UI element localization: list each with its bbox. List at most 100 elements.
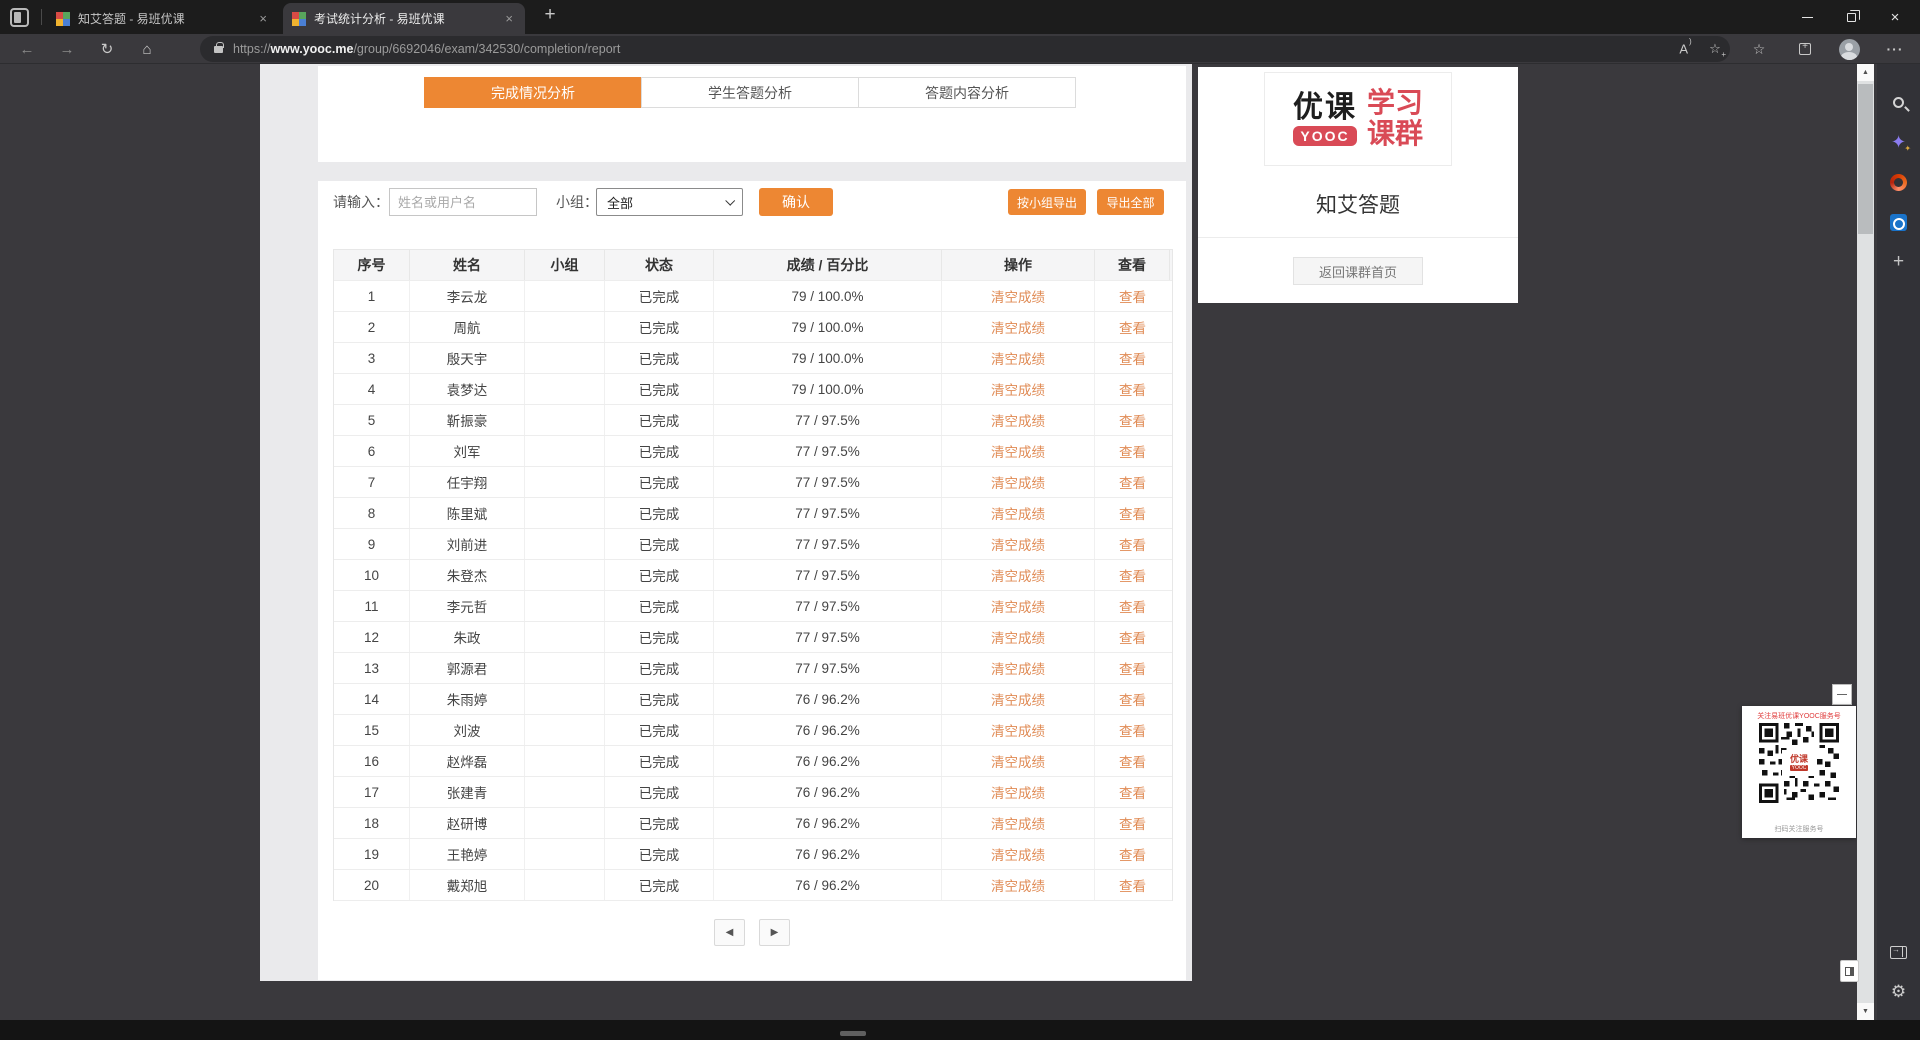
- view-link[interactable]: 查看: [1095, 870, 1170, 900]
- tab-completion-analysis[interactable]: 完成情况分析: [424, 77, 642, 108]
- clear-score-link[interactable]: 清空成绩: [942, 684, 1095, 714]
- clear-score-link[interactable]: 清空成绩: [942, 312, 1095, 342]
- copilot-icon[interactable]: ✦: [1877, 122, 1920, 162]
- tab-student-answer-analysis[interactable]: 学生答题分析: [641, 77, 859, 108]
- clear-score-link[interactable]: 清空成绩: [942, 467, 1095, 497]
- page-scrollbar[interactable]: ▲ ▼: [1857, 64, 1874, 1020]
- gear-icon[interactable]: ⚙: [1877, 972, 1920, 1012]
- clear-score-link[interactable]: 清空成绩: [942, 777, 1095, 807]
- new-tab-button[interactable]: +: [537, 4, 563, 26]
- cell-seq: 4: [334, 374, 410, 404]
- cell-name: 袁梦达: [410, 374, 525, 404]
- column-header: 操作: [942, 250, 1095, 280]
- view-link[interactable]: 查看: [1095, 529, 1170, 559]
- clear-score-link[interactable]: 清空成绩: [942, 746, 1095, 776]
- view-link[interactable]: 查看: [1095, 777, 1170, 807]
- clear-score-link[interactable]: 清空成绩: [942, 529, 1095, 559]
- view-link[interactable]: 查看: [1095, 715, 1170, 745]
- scrollbar-thumb[interactable]: [1858, 84, 1873, 234]
- cell-group: [525, 343, 605, 373]
- table-row: 17张建青已完成76 / 96.2%清空成绩查看: [334, 777, 1172, 808]
- qr-widget[interactable]: 关注易班优课YOOC服务号 优课 YOOC 扫码关注服务号: [1742, 706, 1856, 838]
- outlook-icon[interactable]: [1877, 202, 1920, 242]
- clear-score-link[interactable]: 清空成绩: [942, 808, 1095, 838]
- clear-score-link[interactable]: 清空成绩: [942, 498, 1095, 528]
- clear-score-link[interactable]: 清空成绩: [942, 343, 1095, 373]
- office-icon[interactable]: [1877, 162, 1920, 202]
- view-link[interactable]: 查看: [1095, 622, 1170, 652]
- browser-tab-exam-stats[interactable]: 考试统计分析 - 易班优课 ×: [283, 3, 525, 34]
- profile-avatar[interactable]: [1832, 34, 1866, 64]
- sidebar-peek-button[interactable]: [1840, 960, 1859, 982]
- view-link[interactable]: 查看: [1095, 436, 1170, 466]
- more-menu-icon[interactable]: ···: [1878, 34, 1912, 64]
- clear-score-link[interactable]: 清空成绩: [942, 405, 1095, 435]
- view-link[interactable]: 查看: [1095, 498, 1170, 528]
- address-bar[interactable]: https://www.yooc.me/group/6692046/exam/3…: [200, 36, 1730, 62]
- prev-page-button[interactable]: ◀: [714, 919, 745, 946]
- home-icon[interactable]: ⌂: [132, 34, 162, 64]
- clear-score-link[interactable]: 清空成绩: [942, 622, 1095, 652]
- clear-score-link[interactable]: 清空成绩: [942, 374, 1095, 404]
- view-link[interactable]: 查看: [1095, 343, 1170, 373]
- minimize-button[interactable]: [1786, 0, 1828, 34]
- view-link[interactable]: 查看: [1095, 746, 1170, 776]
- collections-icon[interactable]: [1788, 34, 1822, 64]
- table-row: 19王艳婷已完成76 / 96.2%清空成绩查看: [334, 839, 1172, 870]
- cell-group: [525, 560, 605, 590]
- view-link[interactable]: 查看: [1095, 839, 1170, 869]
- window-close-button[interactable]: ×: [1874, 0, 1916, 34]
- view-link[interactable]: 查看: [1095, 405, 1170, 435]
- group-select[interactable]: 全部: [596, 188, 743, 216]
- tab-answer-content-analysis[interactable]: 答题内容分析: [858, 77, 1076, 108]
- next-page-button[interactable]: ▶: [759, 919, 790, 946]
- search-icon[interactable]: [1877, 82, 1920, 122]
- scroll-up-icon[interactable]: ▲: [1857, 64, 1874, 81]
- cell-status: 已完成: [605, 436, 714, 466]
- close-tab-icon[interactable]: ×: [256, 11, 270, 26]
- url-text[interactable]: https://www.yooc.me/group/6692046/exam/3…: [233, 42, 1670, 56]
- clear-score-link[interactable]: 清空成绩: [942, 839, 1095, 869]
- clear-score-link[interactable]: 清空成绩: [942, 436, 1095, 466]
- cell-group: [525, 405, 605, 435]
- clear-score-link[interactable]: 清空成绩: [942, 591, 1095, 621]
- view-link[interactable]: 查看: [1095, 467, 1170, 497]
- refresh-icon[interactable]: ↻: [92, 34, 122, 64]
- view-link[interactable]: 查看: [1095, 374, 1170, 404]
- add-sidebar-item-icon[interactable]: +: [1877, 242, 1920, 282]
- scroll-down-icon[interactable]: ▼: [1857, 1003, 1874, 1020]
- view-link[interactable]: 查看: [1095, 591, 1170, 621]
- view-link[interactable]: 查看: [1095, 312, 1170, 342]
- back-icon[interactable]: ←: [12, 34, 42, 64]
- qr-collapse-button[interactable]: [1832, 684, 1852, 705]
- close-tab-icon[interactable]: ×: [502, 11, 516, 26]
- sidebar-panel-icon[interactable]: [1877, 932, 1920, 972]
- clear-score-link[interactable]: 清空成绩: [942, 870, 1095, 900]
- browser-tab-zhiai[interactable]: 知艾答题 - 易班优课 ×: [47, 3, 279, 34]
- view-link[interactable]: 查看: [1095, 281, 1170, 311]
- view-link[interactable]: 查看: [1095, 653, 1170, 683]
- clear-score-link[interactable]: 清空成绩: [942, 281, 1095, 311]
- back-to-group-home-button[interactable]: 返回课群首页: [1293, 257, 1423, 285]
- restore-button[interactable]: [1830, 0, 1872, 34]
- clear-score-link[interactable]: 清空成绩: [942, 560, 1095, 590]
- cell-group: [525, 715, 605, 745]
- table-row: 15刘波已完成76 / 96.2%清空成绩查看: [334, 715, 1172, 746]
- clear-score-link[interactable]: 清空成绩: [942, 653, 1095, 683]
- name-search-input[interactable]: [389, 188, 537, 216]
- read-aloud-icon[interactable]: A): [1670, 41, 1700, 56]
- export-all-button[interactable]: 导出全部: [1097, 189, 1164, 215]
- cell-score: 77 / 97.5%: [714, 405, 942, 435]
- cell-score: 77 / 97.5%: [714, 591, 942, 621]
- tab-actions-icon[interactable]: [10, 8, 29, 27]
- favorites-icon[interactable]: ☆: [1742, 34, 1776, 64]
- confirm-button[interactable]: 确认: [759, 188, 833, 216]
- view-link[interactable]: 查看: [1095, 808, 1170, 838]
- view-link[interactable]: 查看: [1095, 684, 1170, 714]
- export-by-group-button[interactable]: 按小组导出: [1008, 189, 1086, 215]
- view-link[interactable]: 查看: [1095, 560, 1170, 590]
- add-favorite-icon[interactable]: ☆: [1700, 41, 1730, 57]
- forward-icon[interactable]: →: [52, 34, 82, 64]
- clear-score-link[interactable]: 清空成绩: [942, 715, 1095, 745]
- minus-icon: [1837, 694, 1847, 696]
